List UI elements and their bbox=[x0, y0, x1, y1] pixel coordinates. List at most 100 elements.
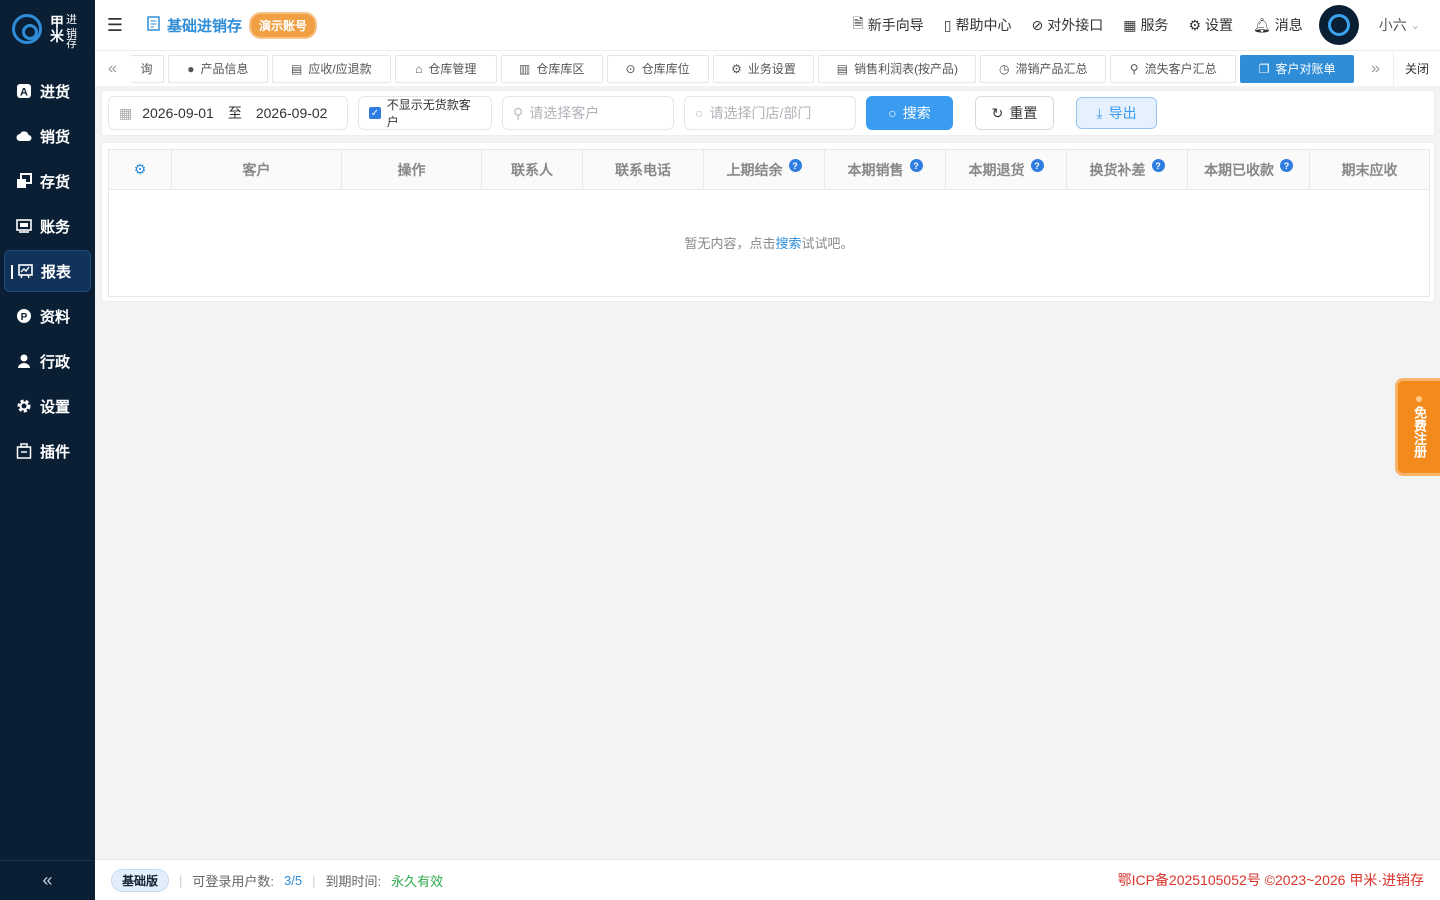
search-button[interactable]: ○ 搜索 bbox=[866, 96, 953, 130]
pin-icon: ⊙ bbox=[625, 61, 636, 76]
top-header: ☰ 基础进销存 演示账号 🗎 新手向导 ▯ 帮助中心 ⊘ 对外接口 ▦ 服务 ⚙ 设置 🔔… bbox=[95, 0, 1440, 50]
double-chevron-right-icon: » bbox=[1371, 59, 1380, 77]
store-select[interactable]: ○ 请选择门店/部门 bbox=[684, 96, 856, 130]
divider: | bbox=[312, 872, 316, 888]
sidebar-collapse-button[interactable]: « bbox=[0, 860, 95, 900]
help-icon[interactable]: ? bbox=[1151, 159, 1165, 172]
column-header: 联系人 bbox=[482, 150, 583, 189]
tab-scroll-left-button[interactable]: « bbox=[95, 51, 130, 87]
guide-link[interactable]: 🗎 新手向导 bbox=[852, 13, 923, 37]
sidebar-item-accounts[interactable]: 账务 bbox=[4, 205, 91, 247]
tab-slow-products[interactable]: ◷ 滞销产品汇总 bbox=[980, 54, 1107, 83]
sidebar-item-inventory[interactable]: 存货 bbox=[4, 160, 91, 202]
help-icon[interactable]: ? bbox=[788, 159, 802, 172]
settings-link[interactable]: ⚙ 设置 bbox=[1188, 15, 1233, 35]
table-header: ⚙ 客户 操作 联系人 联系电话 上期结余? 本期销售? 本期退货? 换货补差?… bbox=[109, 150, 1429, 190]
api-label: 对外接口 bbox=[1047, 17, 1104, 33]
sidebar-item-label: 行政 bbox=[40, 353, 71, 371]
tab-business-settings[interactable]: ⚙ 业务设置 bbox=[712, 54, 815, 83]
service-label: 服务 bbox=[1140, 17, 1169, 33]
column-label: 换货补差 bbox=[1089, 161, 1146, 178]
tab-label: 客户对账单 bbox=[1275, 62, 1336, 76]
sidebar-item-reports[interactable]: 报表 bbox=[4, 250, 91, 292]
date-to[interactable]: 2026-09-02 bbox=[256, 105, 328, 121]
tab-lost-customers[interactable]: ⚲ 流失客户汇总 bbox=[1110, 54, 1237, 83]
brand-char: 甲 bbox=[50, 14, 64, 30]
messages-label: 消息 bbox=[1274, 17, 1303, 33]
tab-warehouse-location[interactable]: ⊙ 仓库库位 bbox=[606, 54, 709, 83]
free-register-button[interactable]: 免费注册 bbox=[1395, 378, 1440, 476]
sidebar-item-label: 插件 bbox=[40, 443, 71, 461]
customer-placeholder: 请选择客户 bbox=[529, 105, 600, 121]
sidebar-item-settings[interactable]: 设置 bbox=[4, 385, 91, 427]
date-separator: 至 bbox=[227, 105, 242, 121]
tab-customer-statement[interactable]: ❐ 客户对账单 bbox=[1240, 54, 1355, 83]
tab-warehouse-zone[interactable]: ▥ 仓库库区 bbox=[500, 54, 603, 83]
sidebar-item-admin[interactable]: 行政 bbox=[4, 340, 91, 382]
column-settings-button[interactable]: ⚙ bbox=[109, 150, 172, 189]
sidebar-item-purchase[interactable]: A 进货 bbox=[4, 70, 91, 112]
edition-badge: 基础版 bbox=[111, 868, 170, 892]
customer-select[interactable]: ⚲ 请选择客户 bbox=[502, 96, 674, 130]
close-tabs-button[interactable]: 关闭 bbox=[1393, 50, 1440, 87]
column-header: 换货补差? bbox=[1067, 150, 1188, 189]
service-link[interactable]: ▦ 服务 bbox=[1123, 15, 1168, 35]
column-header: 操作 bbox=[342, 150, 482, 189]
tab-product-info[interactable]: ● 产品信息 bbox=[167, 54, 268, 83]
statement-table: ⚙ 客户 操作 联系人 联系电话 上期结余? 本期销售? 本期退货? 换货补差?… bbox=[108, 149, 1430, 297]
help-icon[interactable]: ? bbox=[1030, 159, 1044, 172]
ledger-icon: ▤ bbox=[290, 61, 303, 76]
tab-receivables[interactable]: ▤ 应收/应退款 bbox=[271, 54, 391, 83]
brand-name: 甲 进 米 销存 bbox=[50, 14, 80, 50]
tab-warehouse[interactable]: ⌂ 仓库管理 bbox=[394, 54, 497, 83]
help-icon[interactable]: ? bbox=[1280, 159, 1293, 172]
api-link[interactable]: ⊘ 对外接口 bbox=[1031, 15, 1103, 35]
table-card: ⚙ 客户 操作 联系人 联系电话 上期结余? 本期销售? 本期退货? 换货补差?… bbox=[101, 142, 1435, 302]
expire-value: 永久有效 bbox=[391, 873, 444, 889]
user-icon bbox=[16, 353, 32, 369]
empty-search-link[interactable]: 搜索 bbox=[775, 233, 801, 252]
messages-link[interactable]: 🔔︎ 消息 bbox=[1253, 15, 1303, 35]
help-icon[interactable]: ? bbox=[909, 159, 923, 172]
footer: 基础版 | 可登录用户数: 3/5 | 到期时间: 永久有效 鄂ICP备2025… bbox=[95, 859, 1440, 900]
sidebar-nav: A 进货 销货 存货 账务 报表 P 资料 行政 设置 插件 bbox=[0, 70, 95, 472]
tab-query[interactable]: 询 bbox=[129, 54, 164, 83]
tab-label: 询 bbox=[140, 62, 153, 76]
copyright[interactable]: 鄂ICP备2025105052号 ©2023~2026 甲米·进销存 bbox=[1118, 870, 1440, 890]
hide-no-purchase-checkbox[interactable]: ✓ 不显示无货款客户 bbox=[358, 96, 492, 130]
sidebar-item-data[interactable]: P 资料 bbox=[4, 295, 91, 337]
column-header: 联系电话 bbox=[583, 150, 704, 189]
menu-toggle-button[interactable]: ☰ bbox=[95, 0, 135, 50]
chevron-down-icon: ⌄ bbox=[1410, 19, 1420, 32]
close-tabs-label: 关闭 bbox=[1405, 62, 1430, 76]
column-header: 本期已收款? bbox=[1188, 150, 1310, 189]
brand-char: 米 bbox=[50, 28, 64, 44]
column-label: 本期销售 bbox=[847, 161, 904, 178]
sidebar-item-plugins[interactable]: 插件 bbox=[4, 430, 91, 472]
tab-label: 业务设置 bbox=[747, 62, 796, 76]
export-button[interactable]: ⤓ 导出 bbox=[1076, 97, 1157, 129]
svg-text:A: A bbox=[20, 87, 28, 99]
calendar-icon: ▦ bbox=[119, 104, 133, 121]
clock-icon: ◷ bbox=[999, 61, 1010, 76]
column-label: 本期已收款 bbox=[1204, 161, 1274, 178]
apple-icon: ● bbox=[187, 61, 195, 76]
double-chevron-left-icon: « bbox=[108, 59, 117, 77]
date-range-picker[interactable]: ▦ 2026-09-01 至 2026-09-02 bbox=[108, 96, 348, 130]
user-menu[interactable]: 小六 ⌄ bbox=[1379, 15, 1420, 35]
demo-account-badge: 演示账号 bbox=[249, 11, 318, 39]
date-from[interactable]: 2026-09-01 bbox=[142, 105, 214, 121]
help-center-link[interactable]: ▯ 帮助中心 bbox=[944, 15, 1012, 35]
layers-icon bbox=[16, 173, 32, 189]
brand-char-stack: 销存 bbox=[66, 29, 80, 50]
building-icon: ▥ bbox=[518, 61, 531, 76]
tab-profit-report[interactable]: ▤ 销售利润表(按产品) bbox=[818, 54, 977, 83]
tab-label: 滞销产品汇总 bbox=[1015, 62, 1088, 76]
sidebar-item-sales[interactable]: 销货 bbox=[4, 115, 91, 157]
book-icon: ▯ bbox=[943, 16, 952, 33]
tab-scroll-right-button[interactable]: » bbox=[1358, 51, 1393, 87]
tab-bar: « 询 ● 产品信息 ▤ 应收/应退款 ⌂ 仓库管理 ▥ 仓库库区 ⊙ 仓库库位 ⚙ 业务设… bbox=[95, 50, 1440, 87]
brand-logo[interactable]: 甲 进 米 销存 bbox=[0, 0, 95, 58]
reset-button[interactable]: ↻ 重置 bbox=[975, 96, 1054, 130]
avatar[interactable] bbox=[1318, 5, 1359, 45]
